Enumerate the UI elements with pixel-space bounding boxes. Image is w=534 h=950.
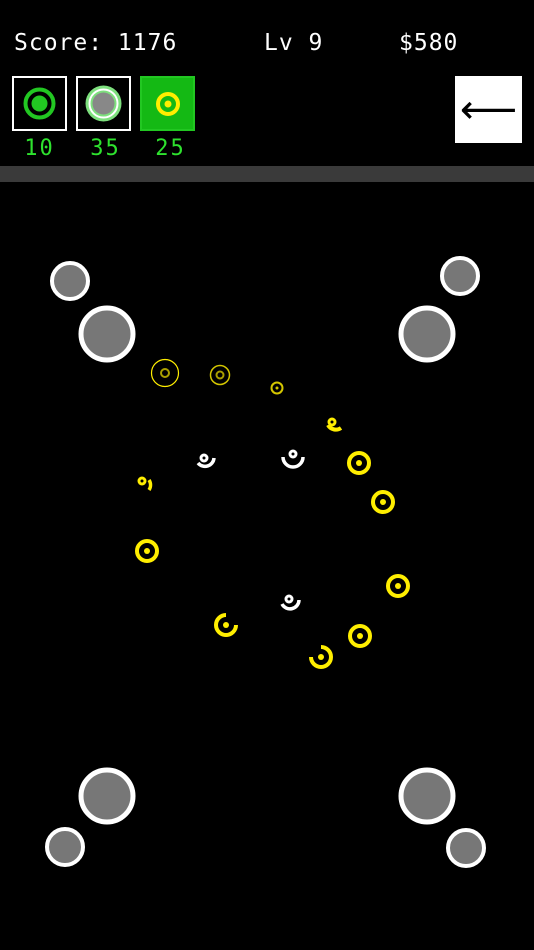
enemy-yellow (371, 490, 395, 514)
enemy-spawning (270, 381, 284, 395)
hud-divider (0, 166, 534, 182)
base-top-left (50, 261, 90, 301)
base-top-right (440, 256, 480, 296)
base-bottom-left (45, 827, 85, 867)
enemy-white-damaged (196, 453, 216, 469)
enemy-yellow (386, 574, 410, 598)
enemy-yellow (347, 451, 371, 475)
level-label: Lv 9 (264, 30, 324, 56)
score-label: Score: 1176 (14, 30, 178, 56)
enemy-white-damaged (280, 594, 301, 611)
tower-cost-lightgreen: 35 (90, 136, 121, 161)
enemy-yellow-damaged (309, 645, 334, 669)
enemy-yellow-damaged (326, 417, 343, 432)
enemy-yellow-damaged (137, 476, 153, 491)
portal-top-right (398, 305, 456, 363)
left-arrow-icon: ⟵ (459, 86, 518, 133)
enemy-yellow (135, 539, 159, 563)
tower-select-green[interactable] (12, 76, 67, 131)
base-bottom-right (446, 828, 486, 868)
enemy-yellow (348, 624, 372, 648)
yellow-ring-icon (156, 92, 180, 116)
enemy-spawning (209, 364, 231, 386)
tower-cost-yellow: 25 (155, 136, 186, 161)
portal-bottom-left (78, 767, 136, 825)
green-ring-icon (23, 87, 56, 120)
tower-select-lightgreen[interactable] (76, 76, 131, 131)
enemy-yellow-damaged (214, 613, 238, 637)
back-button[interactable]: ⟵ (455, 76, 522, 143)
tower-select-yellow[interactable] (140, 76, 195, 131)
money-label: $580 (399, 30, 459, 56)
portal-top-left (78, 305, 136, 363)
lightgreen-ring-icon (85, 85, 122, 122)
game-field[interactable] (0, 182, 534, 950)
portal-bottom-right (398, 767, 456, 825)
enemy-spawning (150, 358, 180, 388)
tower-cost-green: 10 (24, 136, 55, 161)
enemy-white-damaged (281, 449, 305, 469)
